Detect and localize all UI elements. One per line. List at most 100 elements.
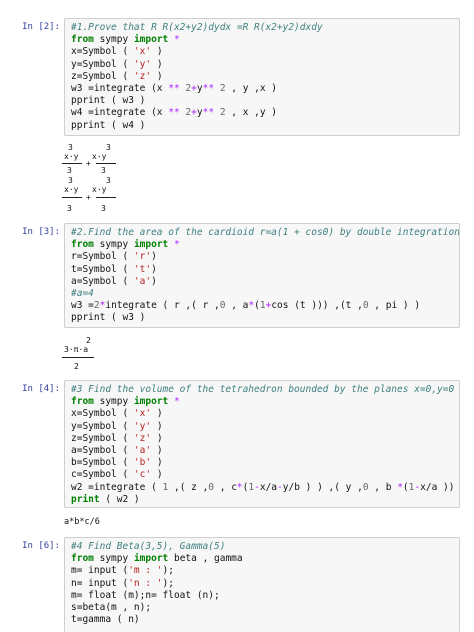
den-1a: 3 [67, 166, 72, 175]
code-token: s=beta(m , n); [71, 601, 152, 613]
code-line: from sympy import beta , gamma [71, 553, 453, 565]
code-line: w4 =integrate (x ** 2+y** 2 , x ,y ) [71, 107, 453, 119]
fraction-bar [62, 163, 82, 164]
code-line: n= input ('n : '); [71, 578, 453, 590]
code-line: #2.Find the area of the cardioid r=a(1 +… [71, 227, 459, 239]
code-token: , b [368, 481, 398, 493]
exp-1a: 3 [68, 143, 73, 152]
code-token: c=Symbol ( [71, 469, 134, 481]
code-token: import [133, 553, 169, 565]
code-line: b=Symbol ( 'b' ) [71, 457, 453, 469]
code-token: ,( z , [168, 481, 209, 493]
code-token: 'b' [133, 457, 152, 469]
code-line: from sympy import * [71, 34, 453, 46]
code-line: a=Symbol ( 'a') [71, 276, 453, 288]
code-line: #1.Prove that R R(x2+y2)dydx =R R(x2+y2)… [71, 22, 453, 34]
den-2a: 3 [67, 204, 72, 213]
code-line: x=Symbol ( 'x' ) [71, 408, 453, 420]
code-line: x=Symbol ( 'x' ) [71, 46, 453, 58]
code-cell-3[interactable]: #3 Find the volume of the tetrahedron bo… [64, 380, 460, 508]
code-token: sympy [93, 34, 134, 46]
code-token: #3 Find the volume of the tetrahedron bo… [71, 384, 460, 395]
code-token: pprint ( w4 ) [71, 119, 146, 131]
code-token: 'a' [133, 275, 152, 287]
code-token: pprint ( w3 ) [71, 312, 146, 324]
code-token: ( w2 ) [99, 493, 140, 505]
code-token: 'n : ' [128, 577, 163, 589]
code-token: w3 =integrate (x [71, 82, 169, 94]
prompt-in-2: In [2]: [22, 22, 60, 32]
code-token: ) [151, 420, 163, 432]
code-token: integrate ( r ,( r , [105, 300, 220, 312]
code-token: sympy [93, 239, 134, 251]
code-token: * [168, 239, 180, 251]
code-line: s=beta(m , n); [71, 602, 453, 614]
code-token: 'z' [133, 432, 152, 444]
fraction-bar [96, 197, 116, 198]
term-2b: x·y [92, 185, 107, 194]
denominator: 2 [74, 362, 79, 371]
code-line: pprint ( w3 ) [71, 312, 453, 324]
code-token: y=Symbol ( [71, 420, 134, 432]
code-line: m= input ('m : '); [71, 565, 453, 577]
code-token: cos (t ))) ,(t , [271, 300, 363, 312]
code-cell-2[interactable]: #2.Find the area of the cardioid r=a(1 +… [64, 223, 460, 328]
fraction-bar [96, 163, 116, 164]
code-token: from [71, 34, 94, 46]
code-line: a=Symbol ( 'a' ) [71, 445, 453, 457]
code-token: from [71, 553, 94, 565]
code-token: ) [151, 46, 163, 58]
code-token: ); [162, 577, 174, 589]
code-token: #a=4 [71, 287, 94, 299]
code-token: from [71, 239, 94, 251]
code-line: t=gamma ( n) [71, 614, 453, 626]
code-line: z=Symbol ( 'z' ) [71, 433, 453, 445]
code-token: ) [151, 70, 163, 82]
code-token: * [168, 396, 180, 408]
code-token: m= input ( [71, 565, 129, 577]
term-1a: x·y [64, 152, 79, 161]
code-token: ) [151, 444, 163, 456]
code-token: import [133, 239, 169, 251]
code-line: c=Symbol ( 'c' ) [71, 469, 453, 481]
code-token: from [71, 396, 94, 408]
code-token: * [168, 34, 180, 46]
code-token: #2.Find the area of the cardioid r=a(1 +… [71, 227, 460, 238]
exp-2a: 3 [68, 176, 73, 185]
code-cell-1[interactable]: #1.Prove that R R(x2+y2)dydx =R R(x2+y2)… [64, 18, 460, 136]
prompt-in-3: In [3]: [22, 227, 60, 237]
code-token: ) [151, 469, 163, 481]
code-token: 'r' [133, 251, 152, 263]
code-token: ) [151, 457, 163, 469]
code-token: #4 Find Beta(3,5), Gamma(5) [71, 541, 226, 552]
prompt-in-6: In [6]: [22, 541, 60, 551]
code-line: t=Symbol ( 't') [71, 264, 453, 276]
code-token: 'm : ' [128, 565, 163, 577]
code-token: b=Symbol ( [71, 457, 134, 469]
exp-2b: 3 [106, 176, 111, 185]
term-1b: x·y [92, 152, 107, 161]
code-token: sympy [93, 553, 134, 565]
code-token: x/a )) ,(x , [420, 481, 455, 493]
code-line: pprint ( w3 ) [71, 95, 453, 107]
code-cell-4[interactable]: #4 Find Beta(3,5), Gamma(5) from sympy im… [64, 537, 460, 632]
term-2a: x·y [64, 185, 79, 194]
exp-1b: 3 [106, 143, 111, 152]
code-line: w3 =integrate (x ** 2+y** 2 , y ,x ) [71, 83, 453, 95]
code-line: y=Symbol ( 'y' ) [71, 59, 453, 71]
code-line: w2 =integrate ( 1 ,( z ,0 , c*(1-x/a-y/b… [71, 481, 454, 494]
fraction-bar [62, 357, 94, 358]
code-token: ) [151, 275, 157, 287]
code-token: m= float (m);n= float (n); [71, 589, 220, 601]
code-token: n= input ( [71, 577, 129, 589]
exponent: 2 [86, 336, 91, 345]
code-token: z=Symbol ( [71, 70, 134, 82]
code-token: ** [202, 107, 215, 119]
code-token: z=Symbol ( [71, 432, 134, 444]
code-token: 'x' [133, 46, 152, 58]
code-token: t=gamma ( n) [71, 614, 140, 626]
den-1b: 3 [101, 166, 106, 175]
den-2b: 3 [101, 204, 106, 213]
code-line: #3 Find the volume of the tetrahedron bo… [71, 384, 454, 396]
code-token: 'z' [133, 70, 152, 82]
